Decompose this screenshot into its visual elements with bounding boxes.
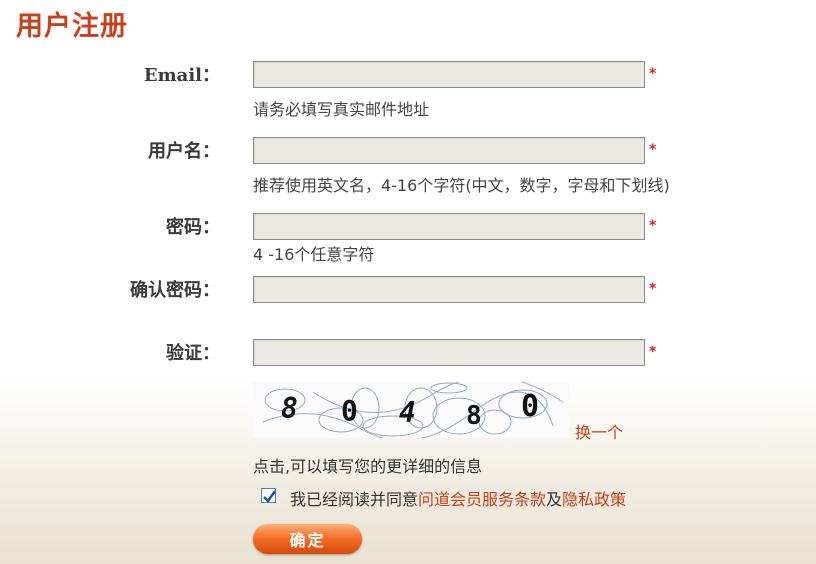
verify-code-field[interactable] [253,339,645,366]
agreement-prefix: 我已经阅读并同意 [290,490,419,509]
verify-label: 验证： [166,343,220,364]
more-info-link[interactable]: 点击,可以填写您的更详细的信息 [253,453,482,477]
confirm-password-field[interactable] [253,276,645,303]
password-hint: 4 -16个任意字符 [253,245,375,264]
email-required-mark: * [649,66,657,82]
username-hint: 推荐使用英文名，4-16个字符(中文，数字，字母和下划线) [253,176,670,195]
username-field[interactable] [253,137,645,164]
terms-link[interactable]: 问道会员服务条款 [418,490,546,509]
captcha-char-2: 0 [341,394,358,427]
email-label: Email： [143,65,220,86]
email-hint: 请务必填写真实邮件地址 [253,100,430,119]
password-required-mark: * [649,218,657,234]
username-label: 用户名： [148,141,220,162]
captcha-char-4: 8 [466,401,482,431]
checkmark-icon [263,490,276,503]
captcha-refresh-link[interactable]: 换一个 [575,419,623,443]
agreement-text: 我已经阅读并同意问道会员服务条款及隐私政策 [290,486,626,510]
username-required-mark: * [649,142,657,158]
password-field[interactable] [253,213,645,240]
email-field[interactable] [253,61,645,88]
agreement-checkbox[interactable] [261,488,276,503]
page-title: 用户注册 [16,11,128,42]
confirm-password-required-mark: * [649,281,657,297]
submit-button[interactable]: 确定 [253,524,362,554]
confirm-password-label: 确认密码： [130,280,220,301]
agreement-connector: 及 [546,490,563,509]
password-label: 密码： [166,217,220,238]
verify-required-mark: * [649,344,657,360]
captcha-char-6: 0 [521,389,539,424]
captcha-char-3: 4 [399,396,416,429]
captcha-char-1: 8 [281,392,298,425]
privacy-link[interactable]: 隐私政策 [562,490,626,509]
captcha-image: 8 0 4 8 8 0 [253,376,569,441]
